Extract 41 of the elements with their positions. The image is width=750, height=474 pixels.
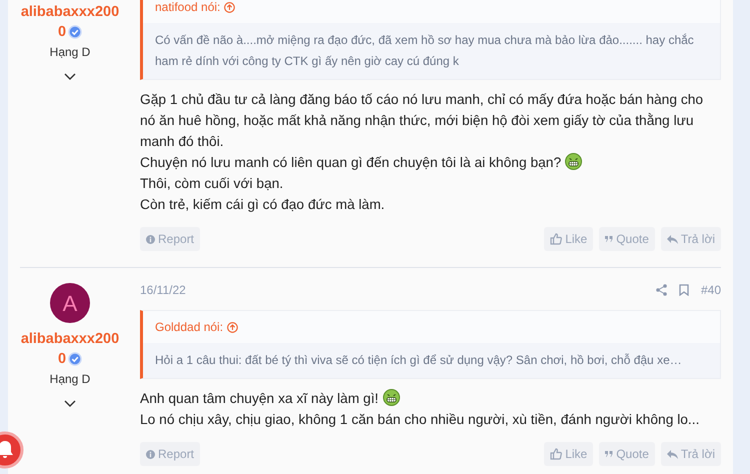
reply-arrow-icon: [666, 234, 678, 244]
post-number[interactable]: #40: [700, 281, 721, 299]
reply-button[interactable]: Trả lời: [660, 442, 721, 466]
post-text: Lo nó chịu xây, chịu giao, không 1 căn bán cho nhiều người, xù tiền, đánh người không lo...: [140, 411, 700, 429]
info-icon: [146, 450, 155, 458]
quote-marks-icon: [605, 235, 614, 243]
reply-arrow-icon: [666, 450, 678, 458]
user-avatar[interactable]: A: [50, 283, 90, 323]
thumbs-up-icon: [550, 233, 562, 245]
chevron-down-icon[interactable]: [64, 73, 76, 80]
quote-marks-icon: [605, 450, 614, 458]
report-button[interactable]: Report: [140, 227, 200, 251]
reply-button[interactable]: Trả lời: [660, 227, 721, 251]
bookmark-icon[interactable]: [678, 284, 689, 296]
share-icon[interactable]: [656, 284, 667, 296]
like-button[interactable]: Like: [544, 442, 594, 466]
post-text: Anh quan tâm chuyện xa xĩ này làm gì!: [140, 388, 717, 409]
post-text: Chuyện nó lưu manh có liên quan gì đến chuyện tôi là ai không bạn?: [140, 152, 717, 173]
user-rank: Hạng D: [50, 44, 90, 61]
post-text: Gặp 1 chủ đầu tư cả làng đăng báo tố cáo nó lưu manh, chỉ có mấy đứa hoặc bán hàng cho nó ăn huê hồng, hoặc mất khả năng nhận thức, mới biện hộ đòi xem giấy tờ của thằng lưu manh đó thôi.: [140, 91, 704, 151]
quote-author-link[interactable]: natifood nói:: [155, 0, 220, 16]
username[interactable]: 0: [58, 22, 66, 42]
quote-text: Có vấn đề não à....mở miệng ra đạo đức, đã xem hồ sơ hay mua chưa mà bảo lừa đảo....... hay chắc ham rẻ dính với công ty CTK gì ấy nên giờ cay cú đúng k: [143, 23, 720, 79]
post-text: Còn trẻ, kiếm cái gì có đạo đức mà làm.: [140, 196, 386, 214]
username[interactable]: alibabaxxx200: [20, 2, 120, 22]
quote-author-link[interactable]: Golddad nói:: [155, 318, 224, 336]
like-button[interactable]: Like: [544, 227, 594, 251]
post-date[interactable]: 16/11/22: [140, 281, 186, 299]
quote-button[interactable]: Quote: [599, 227, 655, 251]
user-rank: Hạng D: [50, 371, 90, 388]
info-icon: [146, 234, 155, 244]
post-text: Thôi, còm cuối với bạn.: [140, 175, 284, 193]
arrow-up-circle-icon[interactable]: [224, 2, 236, 12]
quote-button[interactable]: Quote: [599, 442, 655, 466]
report-button[interactable]: Report: [140, 442, 200, 466]
chevron-down-icon[interactable]: [64, 400, 76, 407]
quote-text: Hỏi a 1 câu thui: đất bé tý thì viva sẽ có tiện ích gì để sử dụng vậy? Sân chơi, hồ bơi, chỗ đậu xe…: [143, 343, 720, 378]
username[interactable]: 0: [58, 349, 66, 369]
username[interactable]: alibabaxxx200: [20, 329, 120, 349]
arrow-up-circle-icon[interactable]: [227, 322, 238, 332]
thumbs-up-icon: [550, 448, 562, 460]
